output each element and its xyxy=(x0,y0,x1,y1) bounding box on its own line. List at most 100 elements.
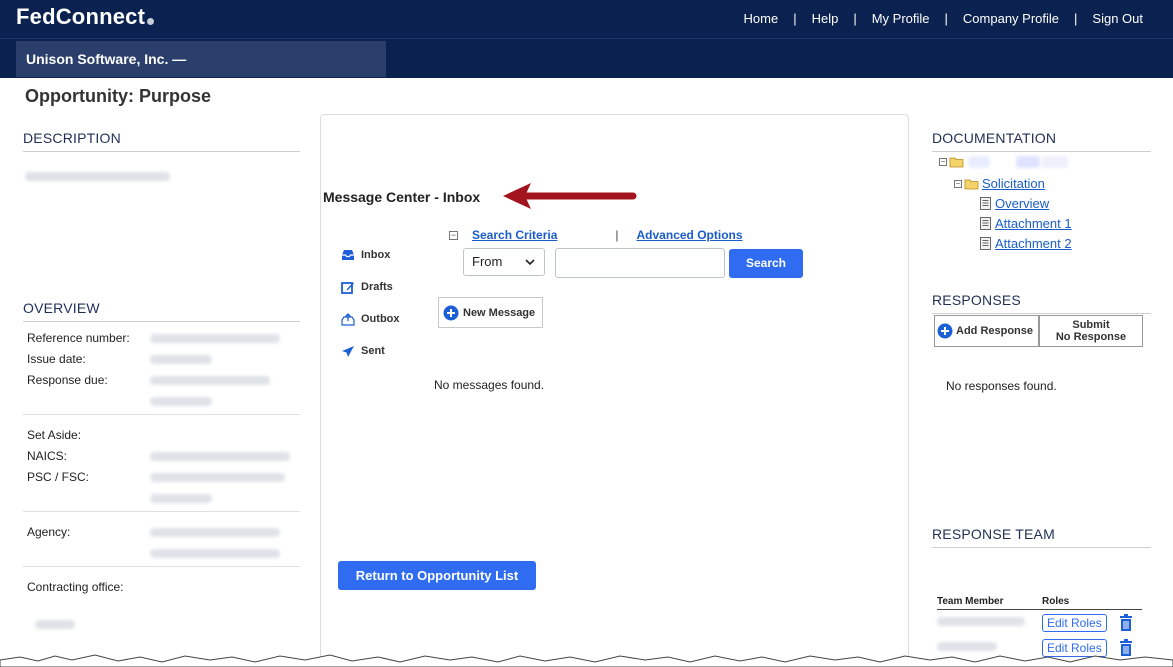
redacted-text xyxy=(25,172,170,181)
documentation-heading: DOCUMENTATION xyxy=(932,130,1151,152)
nav-my-profile-link[interactable]: My Profile xyxy=(872,11,930,26)
document-icon xyxy=(980,197,991,210)
team-table-header: Team Member Roles xyxy=(937,596,1142,610)
empty-responses-text: No responses found. xyxy=(946,379,1057,393)
tree-file: Overview xyxy=(980,196,1049,211)
add-response-label: Add Response xyxy=(956,325,1034,337)
advanced-options-link[interactable]: Advanced Options xyxy=(637,228,743,242)
top-nav-links: Home | Help | My Profile | Company Profi… xyxy=(744,11,1144,26)
document-icon xyxy=(980,217,991,230)
folder-icon xyxy=(949,157,964,168)
overview-office-group: Contracting office: xyxy=(23,567,300,629)
contracting-office-label: Contracting office: xyxy=(27,580,124,594)
page-title: Opportunity: Purpose xyxy=(25,86,211,106)
issue-date-label: Issue date: xyxy=(27,352,86,366)
column-header: Team Member xyxy=(937,596,1004,607)
search-criteria-links: − Search Criteria | Advanced Options xyxy=(449,228,809,242)
overview-row: Agency: xyxy=(27,522,296,543)
plus-circle-icon xyxy=(937,323,953,339)
overview-row: Issue date: xyxy=(27,349,296,370)
search-input[interactable] xyxy=(555,248,725,278)
nav-separator: | xyxy=(853,11,857,26)
tree-root: − xyxy=(939,156,1068,168)
redacted-text xyxy=(968,156,990,168)
psc-fsc-label: PSC / FSC: xyxy=(27,470,90,484)
folder-label: Inbox xyxy=(361,249,391,261)
redacted-text xyxy=(150,528,280,537)
reference-number-label: Reference number: xyxy=(27,331,130,345)
plus-circle-icon xyxy=(443,305,459,320)
search-button[interactable]: Search xyxy=(729,249,803,278)
folder-label: Drafts xyxy=(361,281,393,293)
response-due-label: Response due: xyxy=(27,373,108,387)
overview-row xyxy=(27,488,296,503)
nav-separator: | xyxy=(1074,11,1078,26)
folder-label: Outbox xyxy=(361,313,400,325)
overview-row xyxy=(27,614,296,629)
chevron-down-icon xyxy=(525,259,535,266)
torn-edge-decoration xyxy=(0,654,1173,667)
nav-help-link[interactable]: Help xyxy=(812,11,839,26)
trash-icon[interactable] xyxy=(1119,614,1133,631)
message-folder-nav: Inbox Drafts Outbox Sent xyxy=(341,239,400,367)
pointer-arrow-icon xyxy=(503,183,637,209)
nav-home-link[interactable]: Home xyxy=(744,11,779,26)
nav-sign-out-link[interactable]: Sign Out xyxy=(1092,11,1143,26)
overview-row: PSC / FSC: xyxy=(27,467,296,488)
folder-outbox[interactable]: Outbox xyxy=(341,303,400,335)
submit-no-response-label: Submit xyxy=(1072,319,1110,331)
solicitation-folder-link[interactable]: Solicitation xyxy=(982,176,1045,191)
nav-company-profile-link[interactable]: Company Profile xyxy=(963,11,1059,26)
tree-folder: − Solicitation xyxy=(954,176,1045,191)
overview-row: Set Aside: xyxy=(27,425,296,446)
overview-row: Reference number: xyxy=(27,328,296,349)
attachment-2-link[interactable]: Attachment 2 xyxy=(995,236,1072,251)
redacted-text xyxy=(150,376,270,385)
overview-row: Contracting office: xyxy=(27,577,296,598)
description-heading: DESCRIPTION xyxy=(23,130,300,152)
folder-sent[interactable]: Sent xyxy=(341,335,400,367)
documentation-tree: − − Solicitation Overview Attachment 1 A… xyxy=(932,152,1151,254)
message-center-title: Message Center - Inbox xyxy=(323,189,481,205)
collapse-toggle-icon[interactable]: − xyxy=(954,179,962,188)
folder-drafts[interactable]: Drafts xyxy=(341,271,400,303)
link-separator: | xyxy=(615,228,619,242)
folder-inbox[interactable]: Inbox xyxy=(341,239,400,271)
search-criteria-area: − Search Criteria | Advanced Options Fro… xyxy=(449,228,809,278)
outbox-icon xyxy=(341,312,355,326)
overview-agency-group: Agency: xyxy=(23,512,300,567)
search-field-select[interactable]: From xyxy=(463,248,545,276)
new-message-label: New Message xyxy=(463,306,536,319)
folder-icon xyxy=(964,179,979,189)
response-team-heading: RESPONSE TEAM xyxy=(932,526,1151,548)
overview-doc-link[interactable]: Overview xyxy=(995,196,1049,211)
company-name: Unison Software, Inc. — xyxy=(16,41,386,77)
overview-classification-group: Set Aside: NAICS: PSC / FSC: xyxy=(23,415,300,512)
redacted-text xyxy=(150,452,290,461)
submit-no-response-button[interactable]: Submit No Response xyxy=(1039,315,1143,347)
redacted-text xyxy=(150,549,280,558)
search-criteria-link[interactable]: Search Criteria xyxy=(472,228,557,242)
add-response-button[interactable]: Add Response xyxy=(934,315,1039,347)
collapse-toggle-icon[interactable]: − xyxy=(939,158,947,166)
team-row: Edit Roles xyxy=(937,610,1142,635)
left-column: DESCRIPTION OVERVIEW Reference number: I… xyxy=(23,130,300,629)
edit-roles-button[interactable]: Edit Roles xyxy=(1042,613,1107,632)
overview-row xyxy=(27,543,296,558)
empty-messages-text: No messages found. xyxy=(434,378,545,392)
tree-file: Attachment 2 xyxy=(980,236,1072,251)
redacted-text xyxy=(150,397,212,406)
redacted-text xyxy=(150,494,212,503)
set-aside-label: Set Aside: xyxy=(27,428,82,442)
logo-dot xyxy=(147,18,155,25)
return-to-opportunity-list-button[interactable]: Return to Opportunity List xyxy=(338,561,536,590)
new-message-button[interactable]: New Message xyxy=(438,297,543,328)
fedconnect-logo[interactable]: FedConnect xyxy=(16,4,155,30)
attachment-1-link[interactable]: Attachment 1 xyxy=(995,216,1072,231)
redacted-text xyxy=(1016,156,1040,168)
folder-label: Sent xyxy=(361,345,385,357)
company-bar: Unison Software, Inc. — xyxy=(0,38,1173,78)
description-content xyxy=(23,152,300,302)
submit-no-response-label: No Response xyxy=(1055,331,1127,343)
collapse-toggle-icon[interactable]: − xyxy=(449,230,458,240)
